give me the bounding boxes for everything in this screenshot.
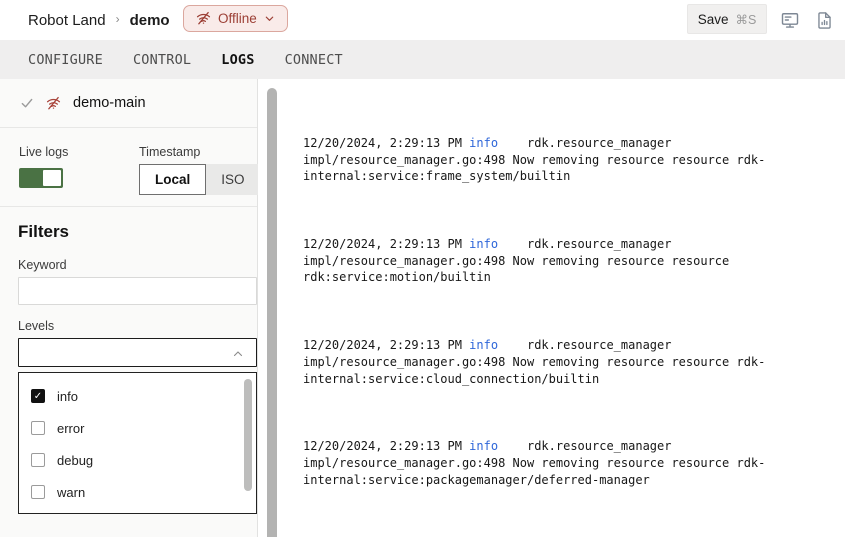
- wifi-off-icon: [46, 96, 61, 111]
- checkbox[interactable]: [31, 389, 45, 403]
- tab-connect[interactable]: CONNECT: [285, 52, 343, 68]
- tab-bar: CONFIGURE CONTROL LOGS CONNECT: [0, 40, 845, 79]
- timestamp-option-iso[interactable]: ISO: [206, 164, 259, 195]
- file-chart-icon[interactable]: [813, 9, 835, 31]
- tab-control[interactable]: CONTROL: [133, 52, 191, 68]
- log-entry: 12/20/2024, 2:29:13 PM info rdk.resource…: [303, 337, 845, 387]
- log-timestamp: 12/20/2024, 2:29:13 PM: [303, 338, 469, 352]
- log-level: info: [469, 136, 498, 150]
- levels-option-list: info error debug warn: [19, 373, 256, 508]
- status-badge-label: Offline: [218, 11, 257, 26]
- log-level: info: [469, 439, 498, 453]
- log-controls: Live logs Timestamp Local ISO: [0, 128, 257, 207]
- levels-select[interactable]: [18, 338, 257, 367]
- save-button[interactable]: Save ⌘S: [687, 4, 767, 34]
- tab-logs[interactable]: LOGS: [221, 52, 254, 68]
- log-timestamp: 12/20/2024, 2:29:13 PM: [303, 439, 469, 453]
- timestamp-format-segmented: Local ISO: [139, 164, 260, 195]
- level-option-label: warn: [57, 485, 85, 500]
- log-entry: 12/20/2024, 2:29:13 PM info rdk.resource…: [303, 438, 845, 488]
- chevron-down-icon: [264, 13, 275, 24]
- level-option-partial[interactable]: [19, 508, 256, 514]
- log-scrollbar-thumb[interactable]: [267, 88, 277, 537]
- dropdown-scrollbar[interactable]: [244, 377, 252, 507]
- chevron-up-icon: [232, 348, 244, 360]
- checkbox[interactable]: [31, 485, 45, 499]
- level-option[interactable]: warn: [19, 476, 256, 508]
- breadcrumb-machine-name: demo: [130, 12, 170, 29]
- dropdown-scrollbar-thumb[interactable]: [244, 379, 252, 491]
- breadcrumb: Robot Land › demo: [28, 0, 170, 40]
- save-button-label: Save: [698, 12, 729, 27]
- levels-dropdown: info error debug warn: [18, 372, 257, 514]
- wifi-off-icon: [196, 11, 211, 26]
- timestamp-label: Timestamp: [139, 145, 200, 159]
- machine-logs-page: Robot Land › demo Offline: [0, 0, 845, 537]
- level-option-label: debug: [57, 453, 93, 468]
- checkbox[interactable]: [31, 421, 45, 435]
- level-option-label: info: [57, 389, 78, 404]
- log-output-panel: 12/20/2024, 2:29:13 PM info rdk.resource…: [258, 79, 845, 537]
- log-level: info: [469, 338, 498, 352]
- breadcrumb-org-link[interactable]: Robot Land: [28, 12, 106, 29]
- log-entry: 12/20/2024, 2:29:13 PM info rdk.resource…: [303, 135, 845, 185]
- filters-title: Filters: [18, 222, 69, 242]
- check-icon: [20, 96, 34, 110]
- save-shortcut-hint: ⌘S: [735, 12, 756, 27]
- monitor-icon[interactable]: [779, 9, 801, 31]
- level-option-label: error: [57, 421, 84, 436]
- levels-label: Levels: [18, 319, 54, 333]
- machine-status-dropdown[interactable]: Offline: [183, 5, 288, 32]
- tab-configure[interactable]: CONFIGURE: [28, 52, 103, 68]
- log-entry: 12/20/2024, 2:29:13 PM info rdk.resource…: [303, 236, 845, 286]
- header: Robot Land › demo Offline: [0, 0, 845, 40]
- breadcrumb-separator-icon: ›: [116, 12, 120, 26]
- checkbox[interactable]: [31, 453, 45, 467]
- log-timestamp: 12/20/2024, 2:29:13 PM: [303, 237, 469, 251]
- level-option[interactable]: debug: [19, 444, 256, 476]
- level-option[interactable]: info: [19, 380, 256, 412]
- log-lines: 12/20/2024, 2:29:13 PM info rdk.resource…: [303, 102, 845, 537]
- live-logs-label: Live logs: [19, 145, 68, 159]
- part-name: demo-main: [73, 95, 146, 111]
- timestamp-option-local[interactable]: Local: [139, 164, 206, 195]
- log-timestamp: 12/20/2024, 2:29:13 PM: [303, 136, 469, 150]
- log-level: info: [469, 237, 498, 251]
- level-option[interactable]: error: [19, 412, 256, 444]
- keyword-input[interactable]: [18, 277, 257, 305]
- keyword-label: Keyword: [18, 258, 67, 272]
- live-logs-toggle[interactable]: [19, 168, 63, 188]
- part-row-demo-main[interactable]: demo-main: [0, 79, 257, 128]
- toggle-knob: [43, 170, 61, 186]
- logs-sidebar: demo-main Live logs Timestamp Local ISO …: [0, 79, 258, 537]
